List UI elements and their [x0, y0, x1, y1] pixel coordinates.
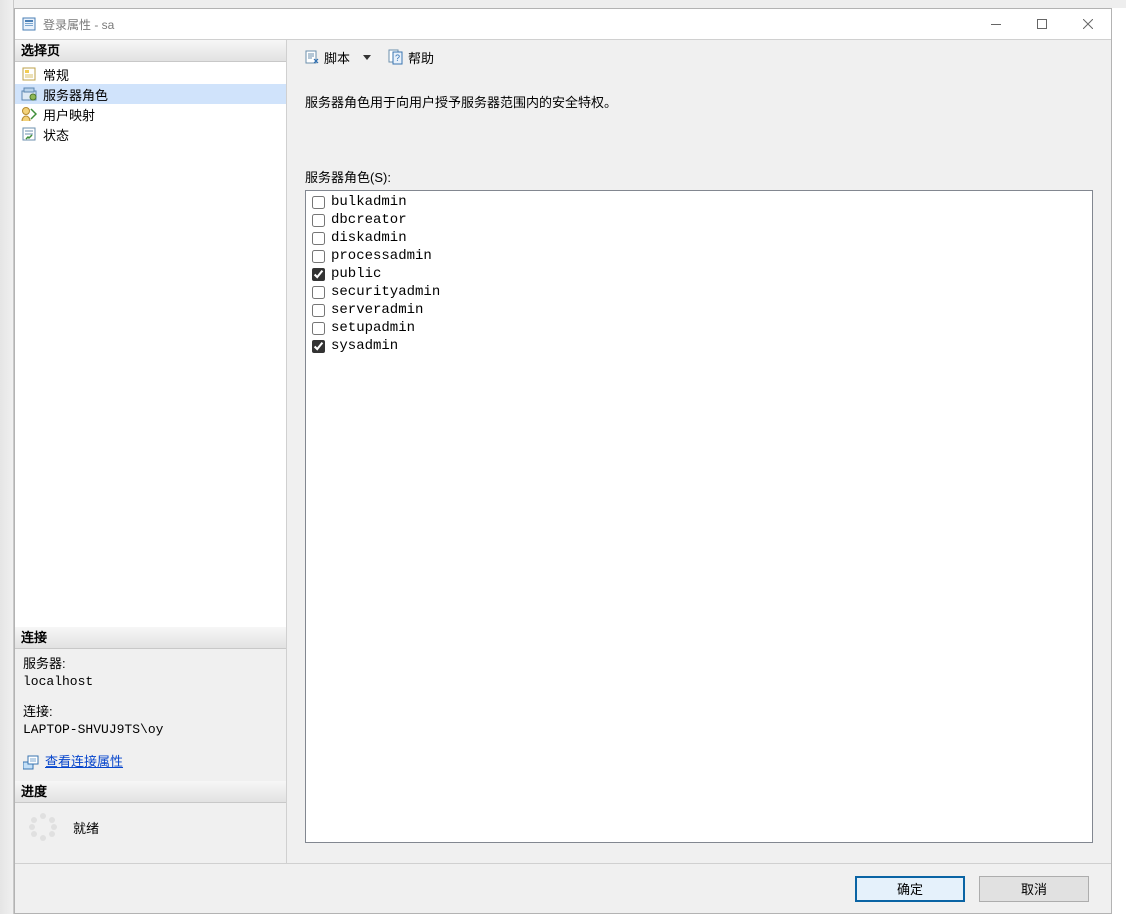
- role-label: bulkadmin: [331, 193, 407, 211]
- app-icon: [21, 16, 37, 32]
- role-row[interactable]: processadmin: [310, 247, 1088, 265]
- role-label: securityadmin: [331, 283, 440, 301]
- progress-box: 就绪: [15, 803, 286, 863]
- page-icon: [21, 126, 37, 142]
- role-row[interactable]: setupadmin: [310, 319, 1088, 337]
- connection-value: LAPTOP-SHVUJ9TS\oy: [23, 721, 278, 739]
- page-item-label: 服务器角色: [43, 85, 108, 104]
- role-row[interactable]: public: [310, 265, 1088, 283]
- server-roles-listbox[interactable]: bulkadmindbcreatordiskadminprocessadminp…: [305, 190, 1093, 843]
- role-label: serveradmin: [331, 301, 423, 319]
- login-properties-dialog: 登录属性 - sa 选择页 常规服务器角色用户映射状态 连接 服务器: loca…: [14, 8, 1112, 914]
- progress-spinner-icon: [29, 813, 57, 841]
- role-checkbox[interactable]: [312, 322, 325, 335]
- titlebar[interactable]: 登录属性 - sa: [15, 9, 1111, 39]
- progress-status: 就绪: [73, 818, 99, 837]
- minimize-button[interactable]: [973, 9, 1019, 39]
- connection-info: 服务器: localhost 连接: LAPTOP-SHVUJ9TS\oy 查看…: [15, 649, 286, 781]
- page-icon: [21, 106, 37, 122]
- role-checkbox[interactable]: [312, 250, 325, 263]
- content-panel: 脚本 ? 帮助 服务器角色用于向用户授予服务器范围内的安全特权。 服务器角色(S…: [287, 40, 1111, 863]
- page-item[interactable]: 用户映射: [15, 104, 286, 124]
- script-dropdown-caret-icon[interactable]: [363, 55, 371, 60]
- role-label: dbcreator: [331, 211, 407, 229]
- progress-header: 进度: [15, 781, 286, 803]
- role-checkbox[interactable]: [312, 340, 325, 353]
- role-row[interactable]: bulkadmin: [310, 193, 1088, 211]
- script-label: 脚本: [324, 48, 350, 67]
- page-item[interactable]: 状态: [15, 124, 286, 144]
- page-item-label: 状态: [43, 125, 69, 144]
- page-item-label: 用户映射: [43, 105, 95, 124]
- ok-button[interactable]: 确定: [855, 876, 965, 902]
- role-row[interactable]: dbcreator: [310, 211, 1088, 229]
- page-item[interactable]: 服务器角色: [15, 84, 286, 104]
- role-label: setupadmin: [331, 319, 415, 337]
- window-title: 登录属性 - sa: [43, 16, 114, 33]
- role-row[interactable]: sysadmin: [310, 337, 1088, 355]
- select-page-header: 选择页: [15, 40, 286, 62]
- page-item-label: 常规: [43, 65, 69, 84]
- connection-header: 连接: [15, 627, 286, 649]
- close-button[interactable]: [1065, 9, 1111, 39]
- script-button[interactable]: 脚本: [299, 45, 355, 70]
- role-label: public: [331, 265, 381, 283]
- role-checkbox[interactable]: [312, 214, 325, 227]
- role-checkbox[interactable]: [312, 232, 325, 245]
- connection-label: 连接:: [23, 703, 278, 721]
- role-checkbox[interactable]: [312, 286, 325, 299]
- help-icon: ?: [388, 49, 404, 65]
- role-label: processadmin: [331, 247, 432, 265]
- cancel-button[interactable]: 取消: [979, 876, 1089, 902]
- help-label: 帮助: [408, 48, 434, 67]
- server-roles-label: 服务器角色(S):: [287, 111, 1111, 190]
- role-row[interactable]: diskadmin: [310, 229, 1088, 247]
- page-list: 常规服务器角色用户映射状态: [15, 62, 286, 627]
- role-label: diskadmin: [331, 229, 407, 247]
- server-value: localhost: [23, 673, 278, 691]
- dialog-footer: 确定 取消: [15, 863, 1111, 913]
- role-checkbox[interactable]: [312, 268, 325, 281]
- server-label: 服务器:: [23, 655, 278, 673]
- content-toolbar: 脚本 ? 帮助: [287, 40, 1111, 74]
- properties-icon: [23, 754, 39, 770]
- maximize-button[interactable]: [1019, 9, 1065, 39]
- role-checkbox[interactable]: [312, 304, 325, 317]
- page-icon: [21, 86, 37, 102]
- page-item[interactable]: 常规: [15, 64, 286, 84]
- script-icon: [304, 49, 320, 65]
- help-button[interactable]: ? 帮助: [383, 45, 439, 70]
- description-text: 服务器角色用于向用户授予服务器范围内的安全特权。: [287, 74, 1111, 111]
- role-label: sysadmin: [331, 337, 398, 355]
- page-icon: [21, 66, 37, 82]
- role-checkbox[interactable]: [312, 196, 325, 209]
- role-row[interactable]: serveradmin: [310, 301, 1088, 319]
- role-row[interactable]: securityadmin: [310, 283, 1088, 301]
- sidebar: 选择页 常规服务器角色用户映射状态 连接 服务器: localhost 连接: …: [15, 40, 287, 863]
- view-connection-properties-label: 查看连接属性: [45, 753, 123, 771]
- svg-text:?: ?: [395, 53, 400, 63]
- view-connection-properties-link[interactable]: 查看连接属性: [23, 753, 278, 771]
